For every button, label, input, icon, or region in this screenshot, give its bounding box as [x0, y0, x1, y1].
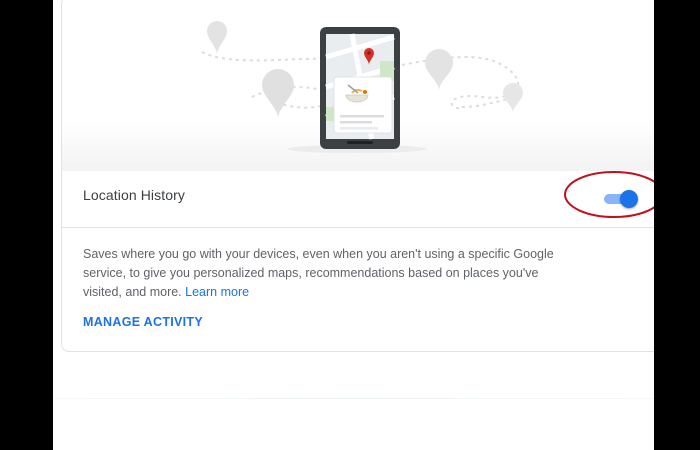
faint-divider	[53, 398, 654, 399]
location-history-card: Location History Saves where you go with…	[61, 0, 661, 352]
phone-map-illustration	[201, 21, 523, 153]
grey-pin-right	[425, 49, 453, 91]
setting-label: Location History	[83, 187, 185, 203]
right-black-bar	[654, 0, 700, 450]
location-history-toggle[interactable]	[602, 188, 640, 208]
illustration-panel	[62, 0, 660, 171]
phone-illustration	[320, 27, 400, 149]
grey-pin-far-right	[503, 83, 523, 113]
page-content: Location History Saves where you go with…	[53, 0, 661, 450]
learn-more-link[interactable]: Learn more	[185, 285, 249, 299]
grey-pin-left	[207, 21, 227, 55]
manage-activity-button[interactable]: MANAGE ACTIVITY	[83, 315, 203, 329]
toggle-thumb	[620, 190, 638, 208]
location-history-row: Location History	[62, 171, 660, 228]
description-text: Saves where you go with your devices, ev…	[83, 247, 554, 299]
left-black-bar	[0, 0, 53, 450]
setting-description: Saves where you go with your devices, ev…	[83, 245, 563, 302]
grey-pin-large	[262, 69, 294, 119]
